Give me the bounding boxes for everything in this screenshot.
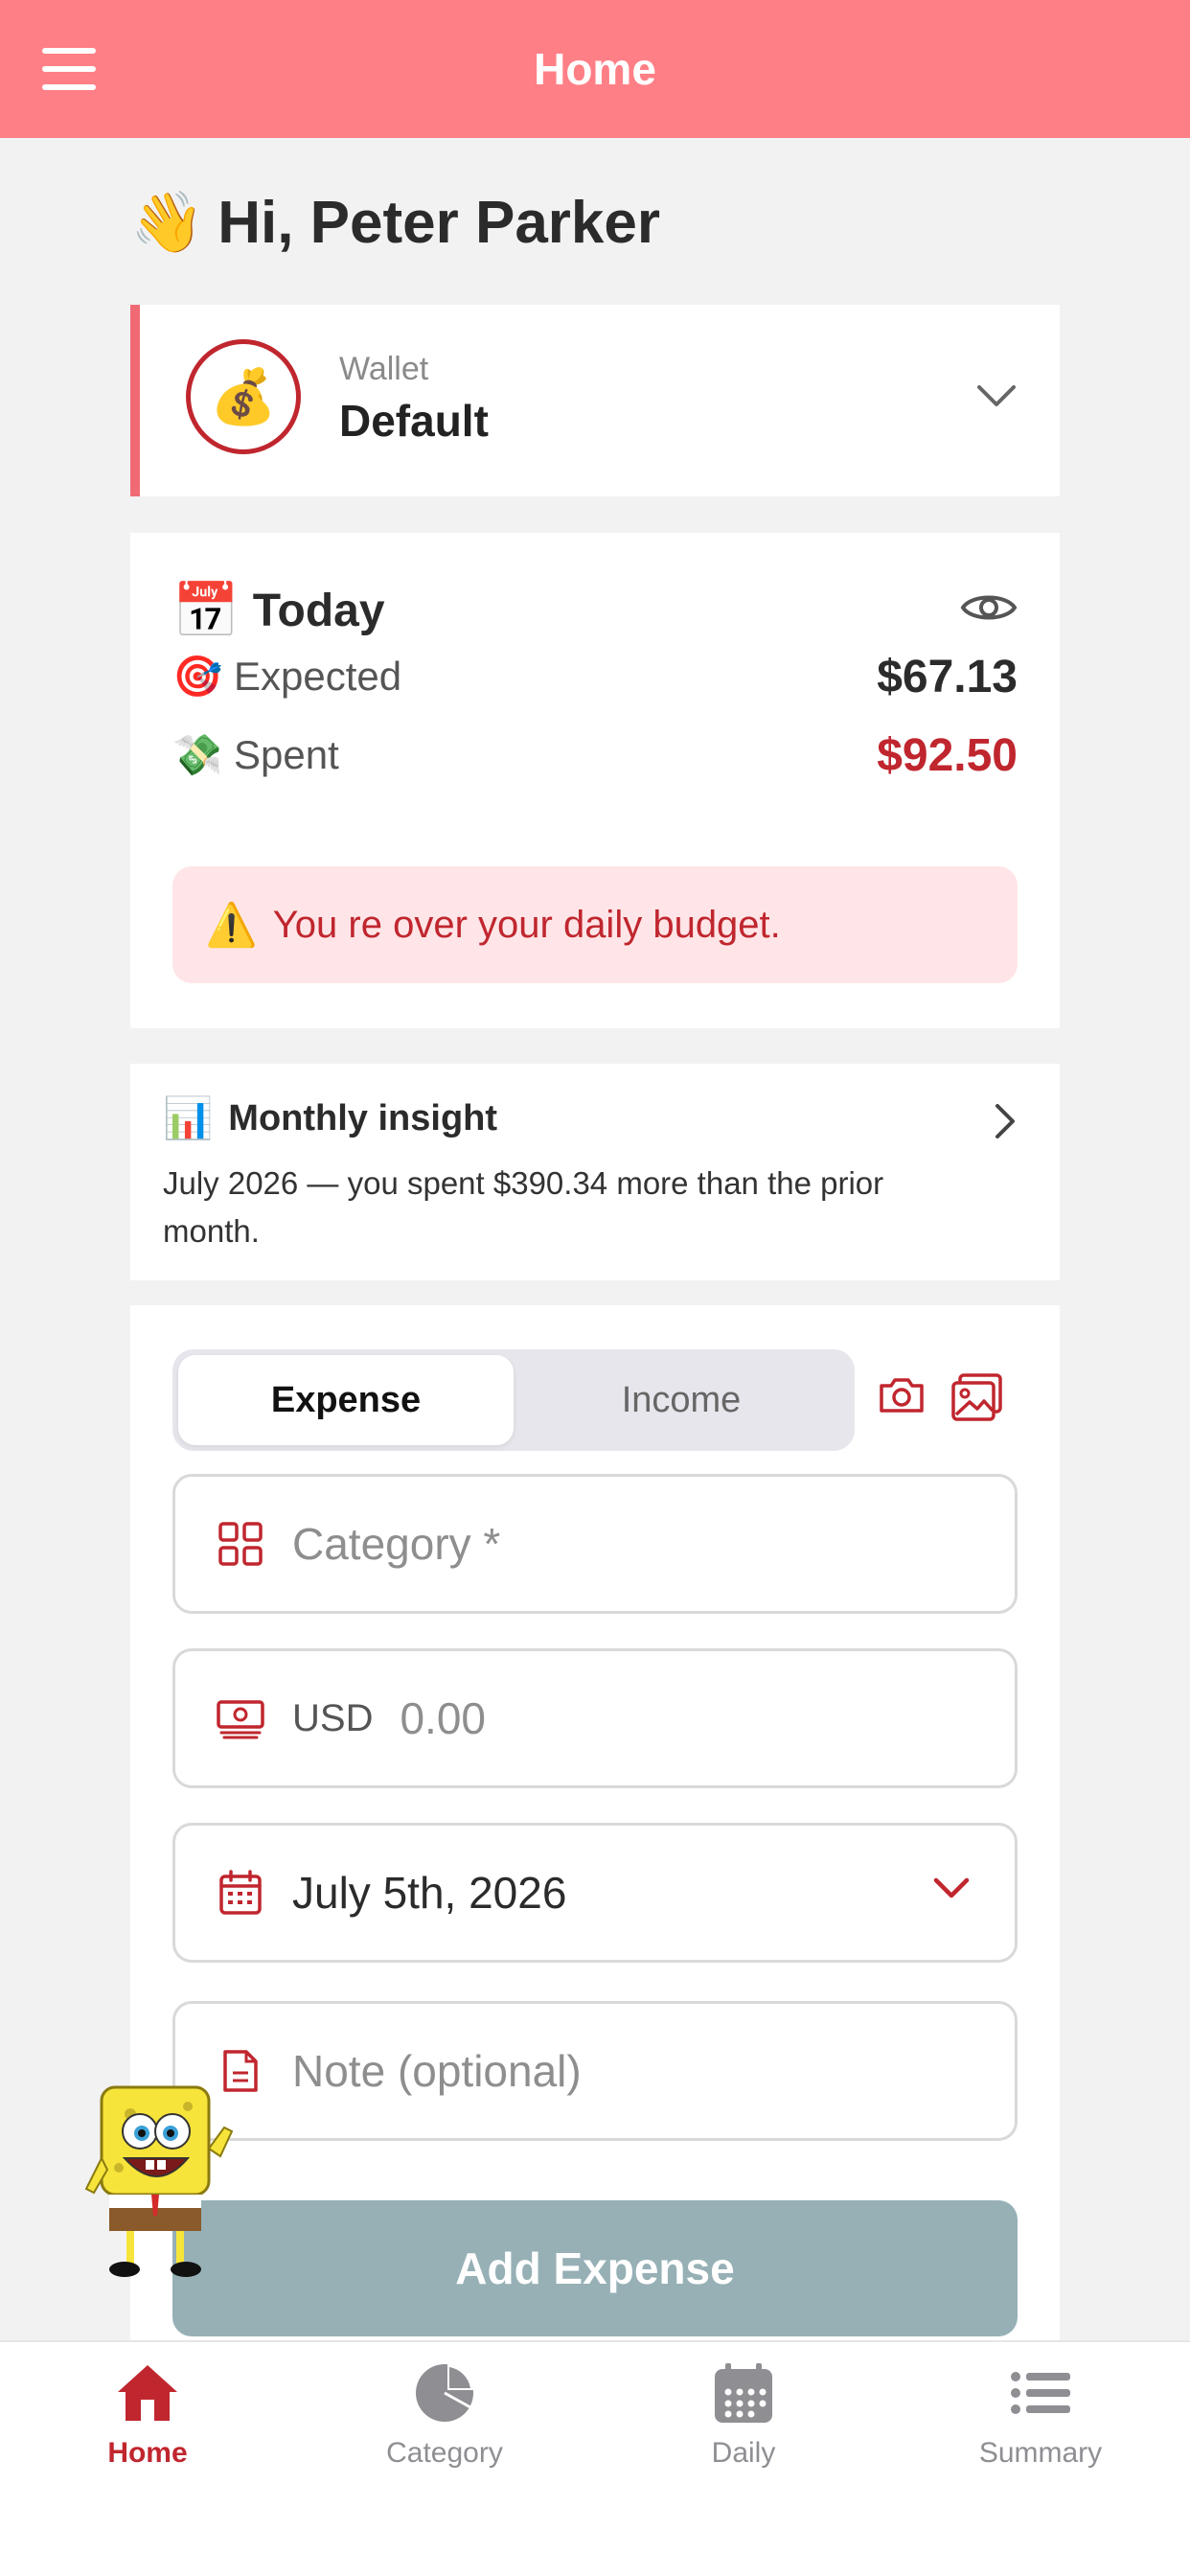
nav-home[interactable]: Home xyxy=(52,2361,243,2470)
chevron-down-icon[interactable] xyxy=(932,1875,971,1907)
category-field[interactable]: Category * xyxy=(172,1474,1018,1614)
expected-row: 🎯 Expected $67.13 xyxy=(172,648,1018,705)
bottom-navigation: Home Category Daily Summary xyxy=(0,2340,1190,2576)
calendar-icon xyxy=(712,2361,775,2429)
insight-header: 📊 Monthly insight xyxy=(163,1094,497,1142)
nav-daily-label: Daily xyxy=(711,2437,776,2469)
tab-expense[interactable]: Expense xyxy=(178,1355,514,1445)
insight-title: Monthly insight xyxy=(228,1097,498,1138)
date-value: July 5th, 2026 xyxy=(292,1868,567,1918)
currency-label: USD xyxy=(292,1696,374,1739)
camera-icon[interactable] xyxy=(878,1376,926,1419)
type-toggle[interactable]: Expense Income xyxy=(172,1349,855,1451)
pie-chart-icon xyxy=(413,2361,476,2429)
wave-icon: 👋 xyxy=(130,187,205,257)
date-picker[interactable]: July 5th, 2026 xyxy=(172,1823,1018,1963)
amount-placeholder: 0.00 xyxy=(400,1693,486,1743)
nav-summary[interactable]: Summary xyxy=(945,2361,1136,2470)
nav-category[interactable]: Category xyxy=(349,2361,540,2470)
money-wings-icon: 💸 xyxy=(172,731,223,778)
today-header: 📅 Today xyxy=(172,579,385,642)
entry-form: Expense Income Category * USD 0.00 July … xyxy=(130,1305,1060,2340)
wallet-selector[interactable]: 💰 Wallet Default xyxy=(130,305,1060,496)
today-title: Today xyxy=(252,585,385,636)
grid-icon xyxy=(216,1519,265,1569)
cash-icon xyxy=(216,1693,265,1743)
nav-category-label: Category xyxy=(386,2437,503,2469)
greeting-text: Hi, Peter Parker xyxy=(217,189,661,256)
page-title: Home xyxy=(534,44,656,94)
chevron-right-icon[interactable] xyxy=(993,1102,1018,1145)
nav-home-label: Home xyxy=(107,2437,188,2469)
spent-label: Spent xyxy=(234,732,339,777)
warning-icon: ⚠️ xyxy=(205,901,258,950)
money-bag-icon: 💰 xyxy=(186,339,301,454)
gallery-icon[interactable] xyxy=(950,1372,1004,1427)
nav-summary-label: Summary xyxy=(978,2437,1103,2469)
wallet-label: Wallet xyxy=(339,351,429,387)
target-icon: 🎯 xyxy=(172,653,223,700)
bar-chart-icon: 📊 xyxy=(163,1094,214,1141)
eye-icon[interactable] xyxy=(960,586,1018,633)
insight-text: July 2026 — you spent $390.34 more than … xyxy=(163,1165,884,1249)
monthly-insight-card[interactable]: 📊 Monthly insight July 2026 — you spent … xyxy=(130,1064,1060,1280)
app-header: Home xyxy=(0,0,1190,138)
home-icon xyxy=(114,2361,181,2429)
calendar-icon: 📅 xyxy=(172,580,240,642)
calendar-grid-icon xyxy=(216,1868,265,1918)
budget-alert: ⚠️ You re over your daily budget. xyxy=(172,866,1018,983)
alert-message: You re over your daily budget. xyxy=(272,903,781,946)
spent-value: $92.50 xyxy=(877,729,1018,781)
chevron-down-icon[interactable] xyxy=(975,381,1018,415)
amount-field[interactable]: USD 0.00 xyxy=(172,1648,1018,1788)
note-field[interactable]: Note (optional) xyxy=(172,2001,1018,2141)
mascot-sticker[interactable] xyxy=(80,2082,253,2283)
wallet-name: Default xyxy=(339,396,489,446)
menu-icon[interactable] xyxy=(42,48,96,90)
expected-label: Expected xyxy=(234,654,402,699)
spent-row: 💸 Spent $92.50 xyxy=(172,726,1018,784)
expected-value: $67.13 xyxy=(877,651,1018,702)
tab-income[interactable]: Income xyxy=(514,1355,849,1445)
category-placeholder: Category * xyxy=(292,1519,501,1569)
list-icon xyxy=(1009,2361,1072,2429)
greeting: 👋 Hi, Peter Parker xyxy=(130,184,660,261)
note-placeholder: Note (optional) xyxy=(292,2046,582,2096)
nav-daily[interactable]: Daily xyxy=(648,2361,839,2470)
add-expense-button[interactable]: Add Expense xyxy=(172,2200,1018,2336)
